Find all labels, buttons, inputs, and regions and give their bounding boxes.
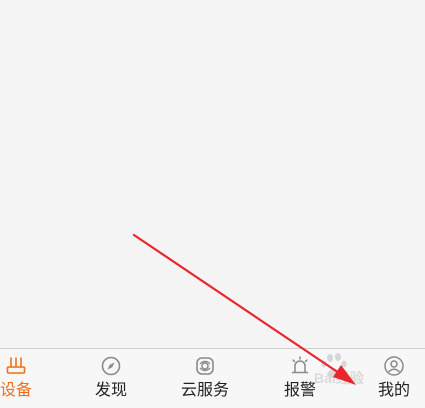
profile-icon (384, 356, 404, 376)
tab-devices[interactable]: 设备 (0, 349, 56, 405)
main-content-area (0, 0, 425, 348)
bottom-tab-bar: 设备 发现 云服务 报警 我的 (0, 348, 425, 408)
tab-discover-label: 发现 (94, 380, 127, 399)
tab-alarm[interactable]: 报警 (260, 349, 340, 405)
tab-cloud-service-label: 云服务 (180, 380, 229, 399)
cloud-service-icon (196, 357, 214, 375)
alarm-icon (291, 356, 309, 374)
tab-mine-label: 我的 (377, 380, 410, 399)
tab-devices-label: 设备 (0, 380, 32, 399)
router-icon (6, 357, 26, 374)
tab-discover[interactable]: 发现 (71, 349, 151, 405)
tab-alarm-label: 报警 (283, 380, 316, 399)
tab-mine[interactable]: 我的 (354, 349, 425, 405)
tab-cloud-service[interactable]: 云服务 (165, 349, 245, 405)
compass-icon (101, 356, 121, 376)
